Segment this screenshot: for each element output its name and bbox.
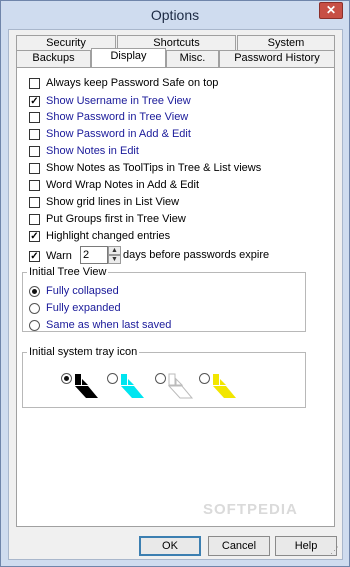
close-button[interactable]: ✕ (319, 2, 343, 19)
watermark: SOFTPEDIA (203, 501, 298, 518)
tray-icon-cyan-icon (121, 374, 144, 398)
radio-button[interactable] (29, 302, 40, 314)
radio-button[interactable] (29, 319, 40, 331)
checkbox[interactable] (29, 145, 40, 157)
tray-icon-option-white[interactable] (155, 373, 194, 399)
window-title: Options (150, 7, 200, 23)
checkbox[interactable]: ✓ (29, 250, 40, 262)
option-show-notes-edit[interactable]: Show Notes in Edit (29, 144, 139, 158)
tray-icon-option-yellow[interactable] (199, 373, 238, 399)
tree-view-group: Initial Tree View Fully collapsed Fully … (22, 266, 306, 332)
checkbox[interactable] (29, 196, 40, 208)
option-label: Show Username in Tree View (46, 95, 191, 107)
tray-icon-group: Initial system tray icon (22, 346, 306, 408)
radio-button[interactable] (61, 373, 72, 384)
radio-label: Same as when last saved (46, 319, 172, 331)
checkbox[interactable] (29, 179, 40, 191)
option-groups-first[interactable]: Put Groups first in Tree View (29, 212, 186, 226)
tree-option-collapsed[interactable]: Fully collapsed (29, 284, 119, 298)
cancel-button[interactable]: Cancel (208, 536, 270, 556)
warn-suffix: days before passwords expire (123, 249, 270, 261)
option-highlight-changed[interactable]: ✓ Highlight changed entries (29, 229, 170, 243)
option-label: Show Password in Tree View (46, 111, 189, 123)
warn-label: Warn (46, 250, 72, 262)
tab-misc[interactable]: Misc. (166, 50, 219, 67)
tab-backups[interactable]: Backups (16, 50, 91, 67)
option-label: Word Wrap Notes in Add & Edit (46, 179, 200, 191)
option-word-wrap-notes[interactable]: Word Wrap Notes in Add & Edit (29, 178, 199, 192)
tray-icon-yellow-icon (213, 374, 236, 398)
tree-option-expanded[interactable]: Fully expanded (29, 301, 121, 315)
tree-option-last-saved[interactable]: Same as when last saved (29, 318, 171, 332)
checkbox[interactable] (29, 128, 40, 140)
tab-password-history[interactable]: Password History (219, 50, 335, 67)
options-dialog: Options ✕ Security Shortcuts System Back… (0, 0, 350, 567)
tray-icon-white-icon (168, 373, 194, 399)
tab-display[interactable]: Display (91, 48, 166, 67)
checkbox[interactable] (29, 213, 40, 225)
checkbox[interactable]: ✓ (29, 95, 40, 107)
option-warn-expire[interactable]: ✓ Warn (29, 249, 72, 263)
radio-label: Fully collapsed (46, 285, 119, 297)
tray-icon-option-black[interactable] (61, 373, 100, 399)
option-show-password-add-edit[interactable]: Show Password in Add & Edit (29, 127, 191, 141)
title-bar: Options ✕ (1, 1, 349, 29)
radio-button[interactable] (155, 373, 166, 384)
radio-button[interactable] (199, 373, 210, 384)
option-grid-lines[interactable]: Show grid lines in List View (29, 195, 179, 209)
spin-up-button[interactable]: ▲ (108, 246, 121, 255)
close-icon: ✕ (325, 3, 337, 17)
option-label: Highlight changed entries (46, 230, 171, 242)
option-label: Show Notes as ToolTips in Tree & List vi… (46, 162, 262, 174)
radio-button[interactable] (107, 373, 118, 384)
checkbox[interactable]: ✓ (29, 230, 40, 242)
warn-days-input[interactable]: 2 (80, 246, 108, 264)
option-label: Show grid lines in List View (46, 196, 180, 208)
tray-icon-black-icon (75, 374, 98, 398)
option-notes-tooltips[interactable]: Show Notes as ToolTips in Tree & List vi… (29, 161, 261, 175)
option-show-password-tree[interactable]: Show Password in Tree View (29, 110, 188, 124)
display-tab-panel: Always keep Password Safe on top ✓ Show … (16, 67, 335, 527)
resize-grip-icon[interactable]: ⋰ (330, 545, 339, 556)
checkbox[interactable] (29, 111, 40, 123)
radio-button[interactable] (29, 285, 40, 297)
radio-label: Fully expanded (46, 302, 121, 314)
checkbox[interactable] (29, 162, 40, 174)
tray-icon-group-title: Initial system tray icon (27, 346, 140, 358)
dialog-body: Security Shortcuts System Backups Displa… (8, 29, 343, 560)
help-button[interactable]: Help (275, 536, 337, 556)
tray-icon-option-cyan[interactable] (107, 373, 146, 399)
checkbox[interactable] (29, 77, 40, 89)
option-show-username-tree[interactable]: ✓ Show Username in Tree View (29, 94, 191, 108)
spin-down-button[interactable]: ▼ (108, 255, 121, 264)
option-label: Always keep Password Safe on top (46, 77, 219, 89)
tree-view-group-title: Initial Tree View (27, 266, 109, 278)
option-always-on-top[interactable]: Always keep Password Safe on top (29, 76, 218, 90)
option-label: Show Password in Add & Edit (46, 128, 191, 140)
option-label: Put Groups first in Tree View (46, 213, 186, 225)
ok-button[interactable]: OK (139, 536, 201, 556)
option-label: Show Notes in Edit (46, 145, 139, 157)
